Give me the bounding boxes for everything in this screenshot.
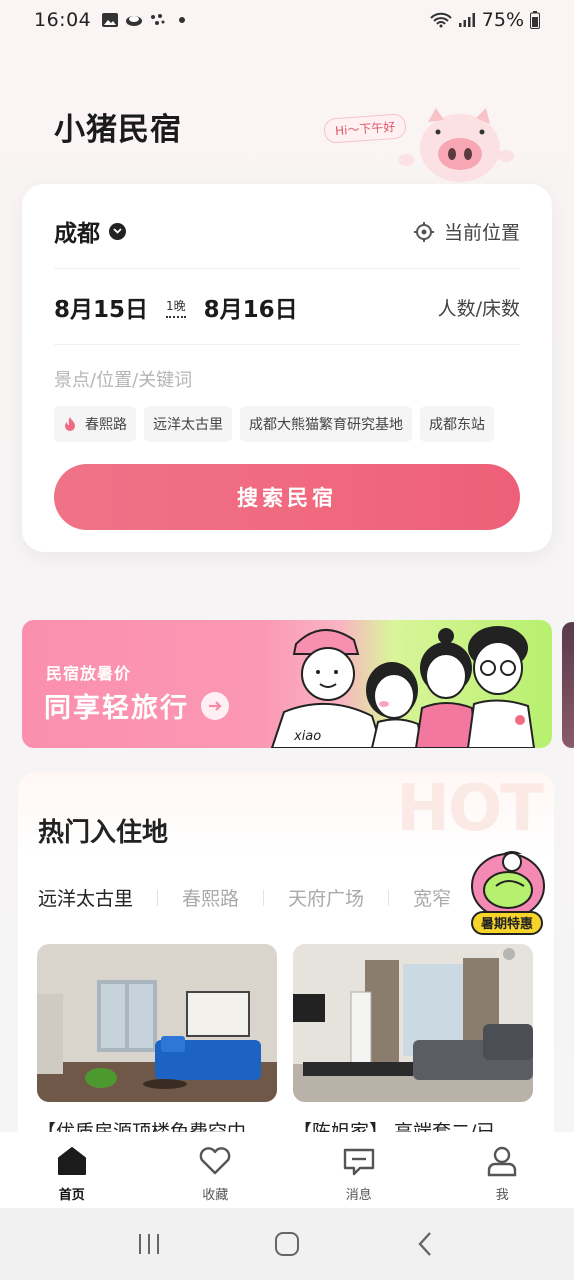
nav-label: 首页 — [58, 1188, 85, 1203]
nav-label: 消息 — [345, 1188, 372, 1203]
user-icon — [488, 1146, 517, 1177]
nav-favorites[interactable]: 收藏 — [144, 1132, 288, 1208]
keyword-search-input[interactable]: 景点/位置/关键词 — [54, 366, 192, 392]
friends-illustration-icon: xiao — [270, 626, 536, 748]
keyword-tag[interactable]: 春熙路 — [54, 406, 136, 442]
message-icon — [343, 1148, 374, 1176]
check-in-date[interactable]: 8月15日 — [54, 290, 148, 324]
arrow-right-icon — [201, 691, 229, 720]
recent-apps-button[interactable] — [129, 1224, 169, 1264]
nav-messages[interactable]: 消息 — [287, 1132, 431, 1208]
status-system-icons: 75% — [430, 9, 540, 31]
living-room-photo — [37, 944, 277, 1102]
keyword-tag-label: 成都大熊猫繁育研究基地 — [249, 417, 403, 433]
app-screen: 16:04 75% 小猪民宿 Hi～下午好 成都 当前位置 8月15日 1晚 8… — [0, 0, 574, 1280]
nav-home[interactable]: 首页 — [0, 1132, 144, 1208]
chevron-down-icon — [109, 222, 126, 240]
listing-title[interactable]: 【优质房源顶楼免费空中 — [37, 1117, 277, 1133]
tab-destination[interactable]: 春熙路 — [182, 884, 239, 911]
back-chevron-icon — [418, 1232, 431, 1256]
living-room-photo — [293, 944, 533, 1102]
status-bar: 16:04 75% — [0, 0, 574, 40]
summer-deal-badge-label: 暑期特惠 — [480, 916, 533, 932]
search-homestay-button[interactable]: 搜索民宿 — [54, 464, 520, 530]
location-target-icon — [413, 221, 434, 242]
hot-destination-tabs: 远洋太古里 春熙路 天府广场 宽窄 — [38, 884, 451, 911]
search-card: 成都 当前位置 8月15日 1晚 8月16日 人数/床数 景点/位置/关键词 春… — [22, 184, 552, 552]
next-banner-peek[interactable] — [562, 622, 574, 748]
signal-icon — [458, 13, 475, 27]
banner-art-text: xiao — [293, 729, 321, 744]
current-location-label: 当前位置 — [443, 222, 520, 244]
nav-label: 我 — [495, 1188, 509, 1203]
current-location-button[interactable]: 当前位置 — [413, 218, 520, 245]
tab-destination[interactable]: 宽窄 — [413, 884, 451, 911]
date-row[interactable]: 8月15日 1晚 8月16日 人数/床数 — [54, 290, 520, 324]
fire-icon — [65, 417, 75, 431]
keyword-tag-label: 成都东站 — [429, 417, 485, 433]
home-square-icon — [275, 1232, 299, 1256]
promo-banner[interactable]: xiao 民宿放暑价 同享轻旅行 — [22, 620, 552, 748]
heart-icon — [199, 1147, 231, 1175]
hot-keyword-tags: 春熙路 远洋太古里 成都大熊猫繁育研究基地 成都东站 — [54, 406, 494, 442]
greeting-bubble: Hi～下午好 — [323, 113, 408, 144]
listing-photo[interactable] — [37, 944, 277, 1102]
dot-icon — [179, 17, 186, 23]
listing-title[interactable]: 【陈姐家】 高端套二/已 — [293, 1117, 533, 1133]
system-navigation-bar — [0, 1208, 574, 1280]
city-name: 成都 — [54, 221, 100, 247]
keyword-tag-label: 远洋太古里 — [153, 417, 223, 433]
gallery-icon — [102, 13, 119, 27]
city-selector[interactable]: 成都 — [54, 214, 126, 248]
status-time: 16:04 — [34, 9, 92, 31]
summer-deal-badge[interactable]: 暑期特惠 — [466, 846, 552, 938]
divider — [54, 344, 520, 345]
nav-profile[interactable]: 我 — [431, 1132, 574, 1208]
nav-label: 收藏 — [202, 1188, 229, 1203]
pig-mascot-icon — [398, 108, 514, 182]
weather-icon — [126, 16, 143, 26]
status-notification-icons — [101, 12, 191, 28]
hot-background-text: HOT — [396, 772, 544, 846]
check-out-date[interactable]: 8月16日 — [204, 290, 298, 324]
keyword-tag[interactable]: 成都东站 — [420, 406, 494, 442]
home-button[interactable] — [267, 1224, 307, 1264]
guests-beds-selector[interactable]: 人数/床数 — [438, 294, 520, 321]
wifi-icon — [430, 12, 452, 28]
keyword-tag[interactable]: 成都大熊猫繁育研究基地 — [240, 406, 412, 442]
app-title: 小猪民宿 — [54, 112, 182, 148]
battery-percent: 75% — [481, 9, 524, 31]
recent-apps-icon — [139, 1234, 159, 1254]
listing-photo[interactable] — [293, 944, 533, 1102]
tab-separator — [388, 889, 390, 906]
bottom-navigation: 首页 收藏 消息 我 — [0, 1132, 574, 1208]
keyword-tag[interactable]: 远洋太古里 — [144, 406, 232, 442]
tab-destination[interactable]: 天府广场 — [288, 884, 364, 911]
keyword-tag-label: 春熙路 — [85, 417, 127, 433]
assistant-icon — [151, 14, 165, 25]
banner-title: 同享轻旅行 — [44, 686, 229, 725]
banner-title-text: 同享轻旅行 — [44, 693, 189, 724]
tab-separator — [263, 889, 265, 906]
tab-separator — [157, 889, 159, 906]
nights-count: 1晚 — [166, 297, 186, 318]
section-title: 热门入住地 — [38, 818, 169, 848]
back-button[interactable] — [405, 1224, 445, 1264]
home-icon — [57, 1147, 86, 1175]
battery-icon — [530, 11, 540, 29]
banner-subtitle: 民宿放暑价 — [46, 664, 132, 683]
divider — [54, 268, 520, 269]
tab-destination[interactable]: 远洋太古里 — [38, 884, 133, 911]
